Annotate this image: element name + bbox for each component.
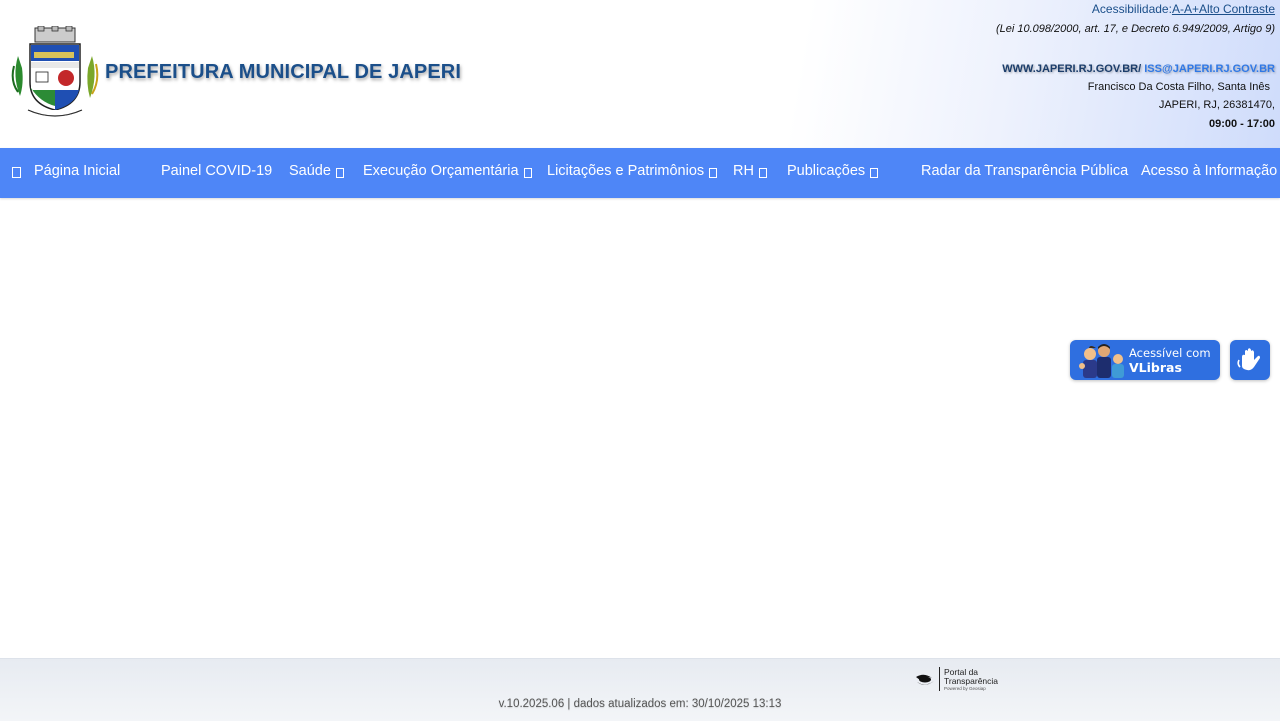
font-decrease-link[interactable]: A- bbox=[1172, 2, 1184, 16]
site-footer bbox=[0, 658, 1280, 721]
nav-item-execucao-orcamentaria[interactable]: Execução Orçamentária bbox=[363, 148, 532, 198]
nav-item-pagina-inicial[interactable]: Página Inicial bbox=[34, 148, 120, 198]
city-coat-of-arms-logo[interactable] bbox=[10, 26, 100, 122]
website-link[interactable]: WWW.JAPERI.RJ.GOV.BR/ bbox=[1002, 63, 1141, 75]
nav-label: Licitações e Patrimônios bbox=[547, 163, 705, 179]
nav-item-radar-transparencia[interactable]: Radar da Transparência Pública bbox=[921, 148, 1128, 198]
vlibras-button[interactable] bbox=[1230, 340, 1270, 380]
nav-label: Execução Orçamentária bbox=[363, 163, 519, 179]
main-nav: Página Inicial Painel COVID-19 Saúde Exe… bbox=[0, 148, 1280, 198]
chevron-down-icon bbox=[758, 168, 767, 178]
portal-brand-line2: Transparência bbox=[944, 676, 999, 686]
nav-item-licitacoes[interactable]: Licitações e Patrimônios bbox=[547, 148, 718, 198]
portal-brand-powered-by: Powered by Geosiap bbox=[944, 686, 986, 691]
nav-item-painel-covid[interactable]: Painel COVID-19 bbox=[161, 148, 272, 198]
version-info: v.10.2025.06 | dados atualizados em: 30/… bbox=[498, 698, 782, 710]
email-link[interactable]: ISS@JAPERI.RJ.GOV.BR bbox=[1144, 63, 1275, 75]
vlibras-avatars-icon bbox=[1079, 344, 1124, 378]
chevron-down-icon bbox=[870, 168, 879, 178]
vlibras-brand: VLibras bbox=[1129, 360, 1182, 375]
chevron-down-icon bbox=[709, 168, 718, 178]
address-city: JAPERI, RJ, 26381470, bbox=[1158, 99, 1275, 111]
nav-label: Saúde bbox=[289, 163, 331, 179]
nav-label: Publicações bbox=[787, 163, 866, 179]
nav-label: Radar da Transparência Pública bbox=[921, 163, 1129, 179]
nav-item-saude[interactable]: Saúde bbox=[289, 148, 344, 198]
nav-item-publicacoes[interactable]: Publicações bbox=[787, 148, 879, 198]
address-street: Francisco Da Costa Filho, Santa Inês bbox=[1087, 81, 1270, 93]
home-icon[interactable] bbox=[12, 167, 21, 178]
nav-label: RH bbox=[733, 163, 754, 179]
vlibras-badge[interactable]: Acessível com VLibras bbox=[1070, 340, 1220, 380]
law-reference: (Lei 10.098/2000, art. 17, e Decreto 6.9… bbox=[995, 23, 1275, 35]
site-title: PREFEITURA MUNICIPAL DE JAPERI bbox=[105, 61, 461, 83]
high-contrast-link[interactable]: Alto Contraste bbox=[1199, 2, 1275, 16]
accessibility-label: Acessibilidade: bbox=[1091, 2, 1172, 16]
nav-item-rh[interactable]: RH bbox=[733, 148, 767, 198]
vlibras-caption: Acessível com bbox=[1129, 346, 1211, 360]
site-header: PREFEITURA MUNICIPAL DE JAPERI Acessibil… bbox=[0, 0, 1280, 148]
nav-label: Acesso à Informação bbox=[1141, 163, 1278, 179]
accessibility-bar: Acessibilidade:A-A+Alto Contraste bbox=[1092, 2, 1275, 16]
nav-label: Página Inicial bbox=[34, 163, 121, 179]
opening-hours: 09:00 - 17:00 bbox=[1208, 118, 1275, 130]
hands-sign-language-icon bbox=[1237, 348, 1260, 371]
contact-links: WWW.JAPERI.RJ.GOV.BR/ ISS@JAPERI.RJ.GOV.… bbox=[1002, 63, 1275, 75]
nav-label: Painel COVID-19 bbox=[161, 163, 273, 179]
chevron-down-icon bbox=[335, 168, 344, 178]
chevron-down-icon bbox=[523, 168, 532, 178]
nav-item-acesso-informacao[interactable]: Acesso à Informação bbox=[1141, 148, 1280, 198]
font-increase-link[interactable]: A+ bbox=[1184, 2, 1199, 16]
